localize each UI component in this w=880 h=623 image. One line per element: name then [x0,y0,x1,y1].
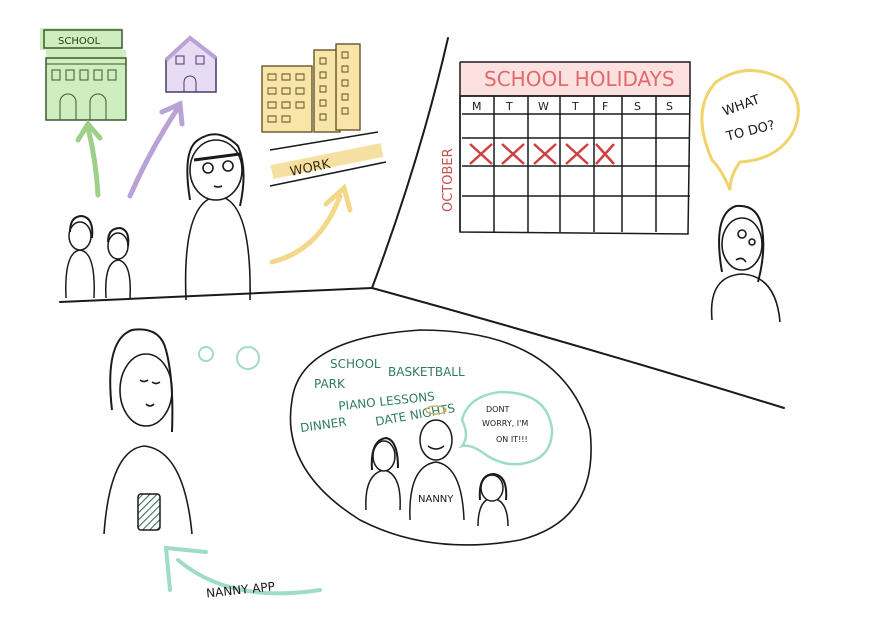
speech-line: WORRY, I'M [482,419,528,428]
mom-figure [184,133,251,301]
worried-mom-figure [710,204,781,323]
weekday-label: T [505,100,513,113]
sketch-illustration: SCHOOL WORK SCHOOL HOLIDAYS M T W T F S … [40,28,800,601]
dream-bubble-small [198,346,214,362]
weekday-label: W [538,100,549,113]
phone-icon [137,493,161,531]
dream-word: PARK [314,377,346,391]
speech-line: DONT [486,405,509,414]
speech-bubble [458,390,554,466]
speech-line: ON IT!!! [496,435,528,444]
crossed-days [469,143,615,165]
weekday-headers: M T W T F S S [472,100,673,113]
calendar-title: SCHOOL HOLIDAYS [484,67,675,91]
dream-word: DINNER [299,415,347,435]
school-sign-text: SCHOOL [58,36,101,47]
children-figures [65,214,131,299]
arrow-to-school [75,119,103,198]
weekday-label: S [666,100,673,113]
sketch-canvas: SCHOOL WORK SCHOOL HOLIDAYS M T W T F S … [0,0,880,623]
arrow-to-work [269,183,353,265]
arrow-to-house [127,100,185,199]
house-icon [164,35,218,93]
month-label: OCTOBER [441,148,456,212]
dream-bubble-medium [236,346,260,370]
weekday-label: M [472,100,482,113]
dream-word: BASKETBALL [388,365,465,379]
dream-word: SCHOOL [330,357,381,371]
nanny-shirt-label: NANNY [418,494,454,505]
weekday-label: F [602,100,608,113]
weekday-label: S [634,100,641,113]
weekday-label: T [571,100,579,113]
office-buildings-icon [261,43,361,133]
work-label: WORK [289,157,332,180]
